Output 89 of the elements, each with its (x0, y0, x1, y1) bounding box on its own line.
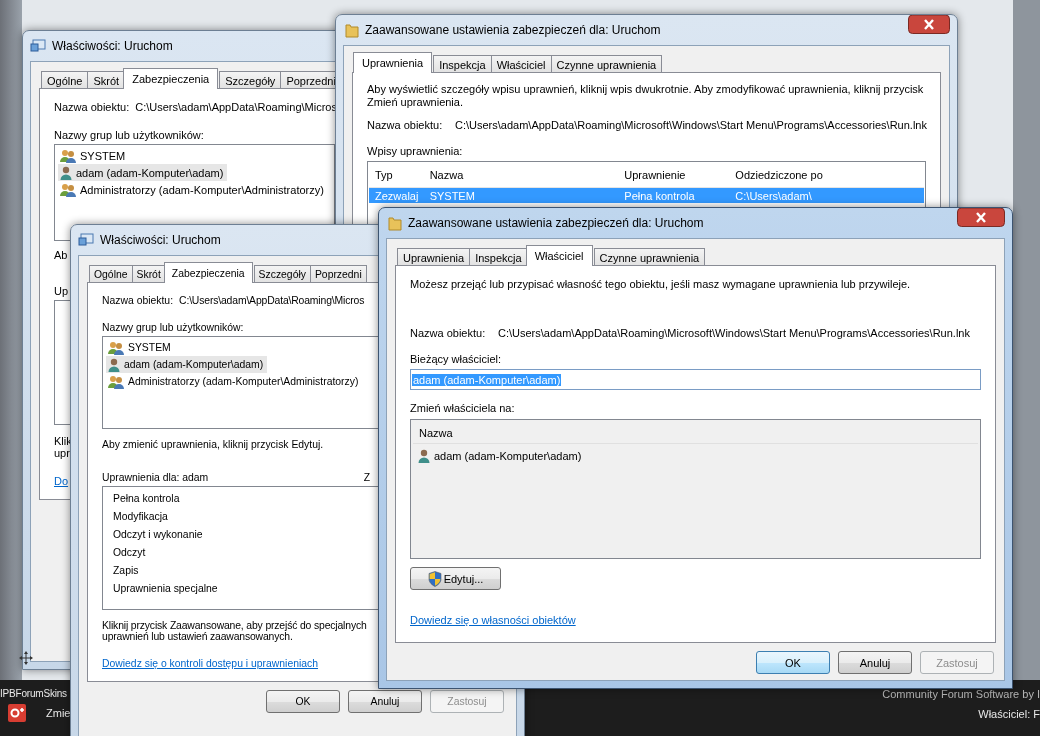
tab[interactable]: Czynne uprawnienia (593, 248, 706, 266)
properties-icon (30, 39, 46, 53)
tab[interactable]: Szczegóły (253, 265, 311, 283)
description-text: Możesz przejąć lub przypisać własność tego obiektu, jeśli masz wymagane uprawnienia lub przywileje. (410, 278, 912, 291)
dialog-button[interactable]: OK (756, 651, 830, 674)
permissions-label: Uprawnienia dla: adam (102, 472, 209, 483)
move-icon[interactable] (19, 651, 33, 665)
help-link[interactable]: Do (54, 475, 69, 487)
entries-label: Wpisy uprawnienia: (367, 145, 463, 157)
column-header[interactable]: Odziedziczone po (729, 169, 924, 181)
permissions-label: Up (54, 285, 69, 297)
close-button[interactable] (957, 208, 1005, 227)
tab[interactable]: Szczegóły (219, 71, 282, 89)
shield-icon (427, 570, 442, 587)
owner-label: Bieżący właściciel: (410, 353, 502, 365)
object-label: Nazwa obiektu: (410, 327, 487, 339)
object-path: C:\Users\adam\AppData\Roaming\Micros (135, 101, 337, 113)
change-owner-label: Zmień właściciela na: (410, 402, 515, 414)
column-header[interactable]: Typ (369, 169, 424, 181)
folder-icon (345, 22, 359, 38)
user-icon (418, 448, 430, 463)
user-list-item[interactable]: Administratorzy (adam-Komputer\Administratorzy) (106, 373, 363, 390)
users-icon (108, 340, 124, 355)
credit-text: Community Forum Software by I (882, 688, 1040, 700)
advanced-hint-line: uprawnień lub ustawień zaawansowanych. (102, 631, 293, 642)
object-path: C:\Users\adam\AppData\Roaming\Micros (179, 295, 365, 306)
dialog-button[interactable]: Anuluj (838, 651, 912, 674)
tab[interactable]: Zabezpieczenia (163, 262, 253, 283)
tab[interactable]: Czynne uprawnienia (550, 55, 663, 73)
folder-icon (388, 215, 402, 231)
owner-list-item[interactable]: adam (adam-Komputer\adam) (413, 447, 586, 464)
column-header[interactable]: Nazwa (423, 169, 619, 181)
tab[interactable]: Skrót (87, 71, 126, 89)
permission-name: Modyfikacja (113, 511, 168, 524)
permission-name: Odczyt (113, 547, 146, 560)
user-list-item[interactable]: Administratorzy (adam-Komputer\Administratorzy) (58, 181, 328, 198)
help-link[interactable]: Dowiedz się o własności obiektów (410, 614, 576, 626)
window-title: Zaawansowane ustawienia zabezpieczeń dla: Uruchom (408, 216, 704, 230)
user-list-item[interactable]: SYSTEM (106, 339, 175, 356)
window-title: Zaawansowane ustawienia zabezpieczeń dla: Uruchom (365, 23, 661, 37)
dialog-button[interactable]: OK (266, 690, 340, 713)
user-list-item[interactable]: adam (adam-Komputer\adam) (58, 164, 228, 181)
advanced-hint-line: upr (54, 447, 71, 459)
user-list-item[interactable]: adam (adam-Komputer\adam) (106, 356, 268, 373)
column-header: Z (363, 472, 370, 483)
permission-name: Zapis (113, 565, 139, 578)
advanced-hint-line: Kliknij przycisk Zaawansowane, aby przejść do specjalnych (102, 620, 367, 631)
object-path: C:\Users\adam\AppData\Roaming\Microsoft\Windows\Start Menu\Programs\Accessories\Run.lnk (455, 119, 927, 131)
help-link[interactable]: Dowiedz się o kontroli dostępu i uprawnieniach (102, 658, 319, 669)
object-path: C:\Users\adam\AppData\Roaming\Microsoft\Windows\Start Menu\Programs\Accessories\Run.lnk (498, 327, 970, 339)
dialog-button[interactable]: Anuluj (348, 690, 422, 713)
users-icon (108, 374, 124, 389)
tab[interactable]: Inspekcja (433, 55, 492, 73)
object-label: Nazwa obiektu: (54, 101, 130, 113)
close-button[interactable] (908, 15, 950, 34)
permission-name: Uprawnienia specjalne (113, 583, 218, 596)
user-icon (108, 357, 120, 372)
user-icon (60, 165, 72, 180)
object-label: Nazwa obiektu: (367, 119, 444, 131)
window-title: Właściwości: Uruchom (52, 39, 173, 53)
users-icon (60, 182, 76, 197)
tab[interactable]: Ogólne (89, 265, 133, 283)
users-icon (60, 148, 76, 163)
properties-icon (78, 233, 94, 247)
tab[interactable]: Właściciel (525, 245, 593, 266)
permission-name: Odczyt i wykonanie (113, 529, 203, 542)
permission-name: Pełna kontrola (113, 493, 180, 506)
tab[interactable]: Poprzedni (309, 265, 367, 283)
object-label: Nazwa obiektu: (102, 295, 174, 306)
groups-label: Nazwy grup lub użytkowników: (54, 129, 204, 141)
footer-link[interactable]: Zmie (46, 707, 71, 719)
tab[interactable]: Właściciel (490, 55, 552, 73)
tab[interactable]: Uprawnienia (397, 248, 471, 266)
user-list-item[interactable]: SYSTEM (58, 147, 130, 164)
tab[interactable]: Inspekcja (469, 248, 528, 266)
column-header[interactable]: Uprawnienie (618, 169, 730, 181)
column-header[interactable]: Nazwa (413, 422, 978, 444)
footer-title: IPBForumSkins (0, 688, 68, 699)
edit-button[interactable]: Edytuj... (410, 567, 501, 590)
tab[interactable]: Zabezpieczenia (123, 68, 219, 89)
tab[interactable]: Uprawnienia (353, 52, 433, 73)
owner-text: Właściciel: F (978, 708, 1040, 720)
edit-hint: Aby zmienić uprawnienia, kliknij przycisk Edytuj. (102, 439, 324, 450)
edit-hint: Ab (54, 249, 68, 261)
tab[interactable]: Ogólne (41, 71, 89, 89)
window-title: Właściwości: Uruchom (100, 233, 221, 247)
description-text: Aby wyświetlić szczegóły wpisu uprawnień, kliknij wpis dwukrotnie. Aby zmodyfikować uprawnienia, kliknij przycisk Zmień uprawnienia. (367, 83, 925, 109)
tab[interactable]: Skrót (131, 265, 166, 283)
groups-label: Nazwy grup lub użytkowników: (102, 322, 244, 333)
